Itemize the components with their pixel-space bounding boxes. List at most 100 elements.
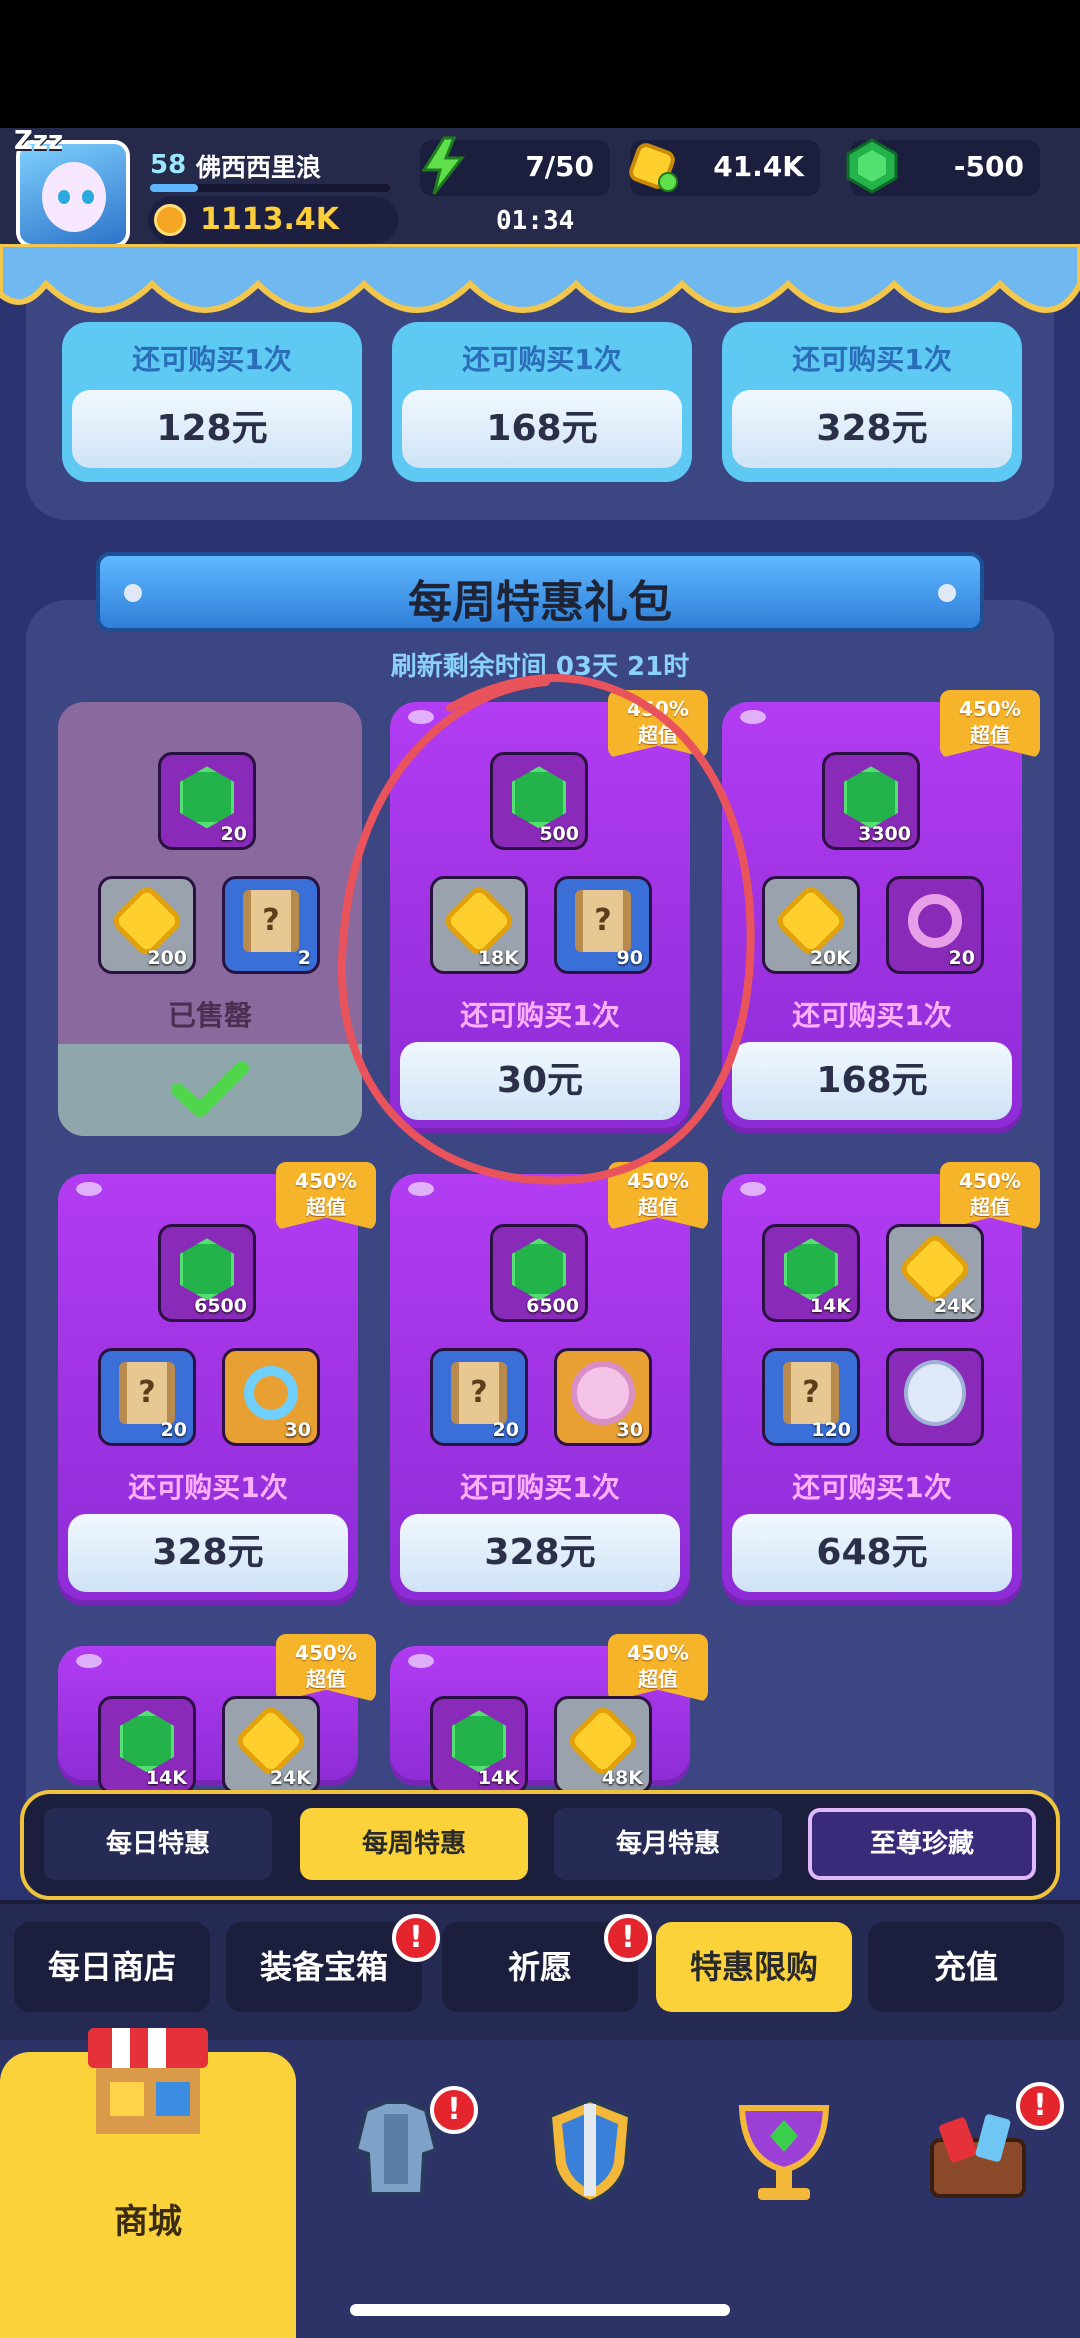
buy-limit: 还可购买1次 [792,999,952,1032]
weekly-pack-168[interactable]: 450% 超值 3300 20K 20 还可购买1次 168元 [722,690,1040,1134]
energy-timer: 01:34 [496,206,575,236]
reward-slot: 14K [98,1696,196,1794]
subtab-supreme-collection[interactable]: 至尊珍藏 [808,1808,1036,1880]
reward-slot: 14K [430,1696,528,1794]
avatar-face [42,162,106,232]
price-button[interactable]: 648元 [732,1514,1012,1592]
sold-out-pack: 20 200 ? 2 已售罄 [58,702,362,1136]
weekly-pack-328-a[interactable]: 450% 超值 6500 ? 20 30 还可购买1次 328元 [58,1162,376,1606]
reward-slot: ? 20 [98,1348,196,1446]
combat-power: 1113.4K [148,196,398,244]
reward-slot: 3300 [822,752,920,850]
buy-limit: 还可购买1次 [132,343,292,376]
reward-slot: 30 [554,1348,652,1446]
buy-limit: 还可购买1次 [792,343,952,376]
weekly-pack-328-b[interactable]: 450% 超值 6500 ? 20 30 还可购买1次 328元 [390,1162,708,1606]
value-badge: 450% 超值 [608,1634,708,1702]
reward-slot: 18K [430,876,528,974]
reward-slot: ? 90 [554,876,652,974]
price-button[interactable]: 168元 [732,1042,1012,1120]
reward-slot: 500 [490,752,588,850]
trophy-cup-icon[interactable] [724,2090,844,2210]
gold-counter[interactable]: 41.4K [629,140,820,196]
key-icon [244,1366,298,1421]
reward-slot: 6500 [158,1224,256,1322]
reward-slot: 200 [98,876,196,974]
tab-daily-shop[interactable]: 每日商店 [14,1922,210,2012]
buy-limit: 还可购买1次 [462,343,622,376]
buy-limit: 还可购买1次 [128,1471,288,1504]
value-badge: 450% 超值 [940,690,1040,758]
top-pack-2[interactable]: 还可购买1次 168元 [392,322,692,482]
green-gem-icon [180,1238,234,1301]
tab-recharge[interactable]: 充值 [868,1922,1064,2012]
player-avatar[interactable] [16,140,130,248]
shield-sword-icon[interactable] [530,2090,650,2210]
buy-limit: 还可购买1次 [792,1471,952,1504]
avatar-eye [82,190,94,204]
reward-slot: 20K [762,876,860,974]
price-button[interactable]: 128元 [72,390,352,468]
scroll-icon: ? [451,1362,507,1425]
gold-coin-icon [629,143,678,192]
buy-limit: 还可购买1次 [460,999,620,1032]
energy-counter[interactable]: 7/50 [420,136,610,196]
value-badge: 450% 超值 [608,690,708,758]
scroll-icon: ? [119,1362,175,1425]
price-button[interactable]: 30元 [400,1042,680,1120]
reward-slot: ? 2 [222,876,320,974]
reward-slot [886,1348,984,1446]
price-button[interactable]: 168元 [402,390,682,468]
checkmark-icon [171,1061,249,1117]
reward-slot: 48K [554,1696,652,1794]
player-level: 58 [150,150,187,180]
sleep-indicator: Zzz [14,126,64,156]
alert-badge: ! [1016,2082,1064,2130]
reward-slot: ? 20 [430,1348,528,1446]
shop-stall-icon [88,2028,208,2134]
green-gem-icon [846,138,898,194]
home-indicator [350,2304,730,2316]
top-pack-1[interactable]: 还可购买1次 128元 [62,322,362,482]
value-badge: 450% 超值 [940,1162,1040,1230]
weekly-pack-row3-a[interactable]: 450% 超值 14K 24K [58,1634,376,1794]
sold-out-footer [58,1044,362,1136]
value-badge: 450% 超值 [276,1634,376,1702]
top-pack-3[interactable]: 还可购买1次 328元 [722,322,1022,482]
nav-shop-label: 商城 [114,2202,182,2242]
tab-limited-offers[interactable]: 特惠限购 [656,1922,852,2012]
key-icon [908,894,962,949]
alert-badge: ! [604,1914,652,1962]
green-gem-icon [784,1238,838,1301]
subtab-daily-deals[interactable]: 每日特惠 [44,1808,272,1880]
price-button[interactable]: 328元 [68,1514,348,1592]
scroll-icon: ? [783,1362,839,1425]
value-badge: 450% 超值 [608,1162,708,1230]
avatar-eye [58,190,70,204]
power-value: 1113.4K [200,202,340,237]
subtab-weekly-deals[interactable]: 每周特惠 [300,1808,528,1880]
buy-limit: 还可购买1次 [460,1471,620,1504]
gem-counter[interactable]: -500 [846,138,1040,196]
hero-portrait-icon [904,1360,966,1427]
reward-slot: 6500 [490,1224,588,1322]
price-button[interactable]: 328元 [732,390,1012,468]
green-gem-icon [180,766,234,829]
gem-value: -500 [953,150,1024,183]
weekly-pack-648[interactable]: 450% 超值 14K 24K ? 120 还可购买1次 648元 [722,1162,1040,1606]
device-status-bar [0,0,1080,128]
gold-value: 41.4K [713,150,804,183]
alert-badge: ! [392,1914,440,1962]
green-gem-icon [512,766,566,829]
nav-shop[interactable]: 商城 [0,2028,296,2338]
weekly-pack-30[interactable]: 450% 超值 500 18K ? 90 还可购买1次 30元 [390,690,708,1134]
scroll-icon: ? [575,890,631,953]
reward-slot: 14K [762,1224,860,1322]
subtab-monthly-deals[interactable]: 每月特惠 [554,1808,782,1880]
price-button[interactable]: 328元 [400,1514,680,1592]
alert-badge: ! [430,2086,478,2134]
weekly-pack-row3-b[interactable]: 450% 超值 14K 48K [390,1634,708,1794]
section-title-banner: 每周特惠礼包 [96,552,984,632]
reward-slot: 20 [158,752,256,850]
reward-slot: 24K [222,1696,320,1794]
